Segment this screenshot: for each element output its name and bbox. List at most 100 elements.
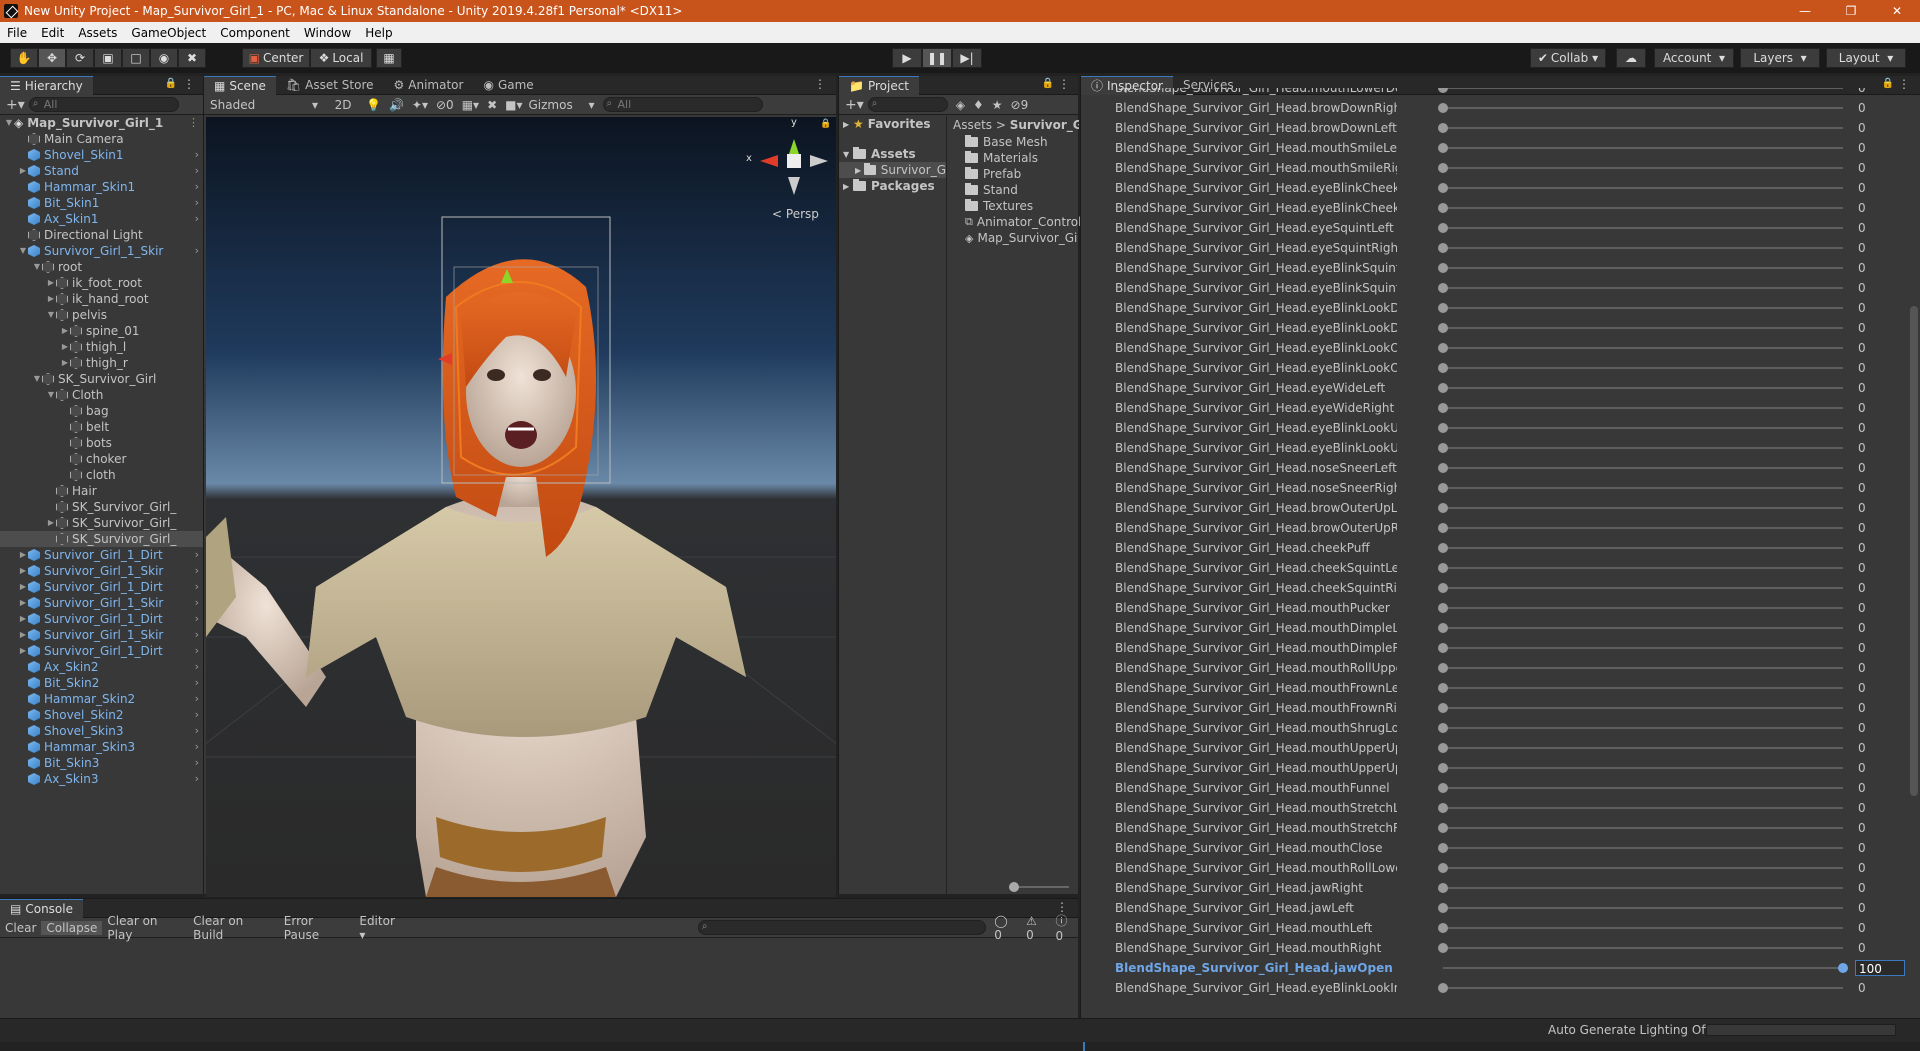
hierarchy-item[interactable]: ▼ root (0, 259, 203, 275)
favorites-item[interactable]: ▶ ★ Favorites (839, 116, 946, 132)
panel-menu-icon[interactable]: ⋮ (814, 77, 826, 91)
hierarchy-item[interactable]: ▶ Survivor_Girl_1_Skir › (0, 563, 203, 579)
blendshape-value-field[interactable]: 0 (1855, 720, 1905, 736)
blendshape-slider-knob[interactable] (1438, 883, 1448, 893)
blendshape-slider-track[interactable] (1443, 587, 1843, 589)
hierarchy-item[interactable]: ▼ SK_Survivor_Girl (0, 371, 203, 387)
blendshape-value-field[interactable]: 0 (1855, 400, 1905, 416)
effects-icon[interactable]: ✦▾ (412, 98, 428, 112)
warning-count-toggle[interactable]: ⚠ 0 (1026, 914, 1047, 942)
blendshape-value-field[interactable]: 0 (1855, 140, 1905, 156)
assets-item[interactable]: ▼ Assets (839, 146, 946, 162)
blendshape-slider-track[interactable] (1443, 787, 1843, 789)
project-asset-item[interactable]: ⧉ Animator_Control (965, 214, 1081, 230)
prefab-open-chevron-icon[interactable]: › (195, 739, 199, 755)
hierarchy-item[interactable]: Ax_Skin3 › (0, 771, 203, 787)
create-plus-icon[interactable]: +▾ (845, 97, 864, 113)
prefab-open-chevron-icon[interactable]: › (195, 755, 199, 771)
icon-size-slider-knob[interactable] (1009, 882, 1019, 892)
blendshape-value-field[interactable]: 0 (1855, 700, 1905, 716)
blendshape-slider-track[interactable] (1443, 527, 1843, 529)
pivot-local-button[interactable]: ❖ Local (310, 48, 372, 68)
blendshape-slider-track[interactable] (1443, 267, 1843, 269)
mode-2d-toggle[interactable]: 2D (328, 98, 358, 112)
console-error-pause-button[interactable]: Error Pause (279, 914, 355, 942)
prefab-open-chevron-icon[interactable]: › (195, 675, 199, 691)
blendshape-value-field[interactable]: 0 (1855, 460, 1905, 476)
orientation-gizmo[interactable] (760, 139, 828, 195)
prefab-open-chevron-icon[interactable]: › (195, 195, 199, 211)
blendshape-value-field[interactable]: 0 (1855, 900, 1905, 916)
tab-project[interactable]: 📁 Project (839, 75, 920, 95)
blendshape-slider-track[interactable] (1443, 387, 1843, 389)
blendshape-slider-track[interactable] (1443, 107, 1843, 109)
console-clear-on-play-button[interactable]: Clear on Play (102, 914, 188, 942)
blendshape-slider-track[interactable] (1443, 667, 1843, 669)
gizmo-neg-y-cone[interactable] (788, 177, 800, 195)
grid-toggle-icon[interactable]: ▦▾ (462, 98, 479, 112)
blendshape-slider-knob[interactable] (1438, 743, 1448, 753)
expand-arrow-icon[interactable]: ▶ (18, 611, 28, 627)
blendshape-slider-knob[interactable] (1438, 943, 1448, 953)
blendshape-slider-track[interactable] (1443, 947, 1843, 949)
blendshape-value-field[interactable]: 0 (1855, 600, 1905, 616)
prefab-open-chevron-icon[interactable]: › (195, 611, 199, 627)
blendshape-slider-track[interactable] (1443, 407, 1843, 409)
blendshape-value-field[interactable]: 0 (1855, 180, 1905, 196)
blendshape-slider-track[interactable] (1443, 807, 1843, 809)
blendshape-slider-track[interactable] (1443, 607, 1843, 609)
perspective-toggle[interactable]: < Persp (772, 207, 819, 221)
account-dropdown[interactable]: Account ▾ (1654, 48, 1734, 68)
blendshape-slider-track[interactable] (1443, 287, 1843, 289)
expand-arrow-icon[interactable]: ▼ (4, 115, 14, 131)
blendshape-slider-knob[interactable] (1438, 663, 1448, 673)
blendshape-value-field[interactable]: 0 (1855, 88, 1905, 96)
scene-search-input[interactable]: All (602, 97, 763, 112)
blendshape-value-field[interactable]: 0 (1855, 100, 1905, 116)
blendshape-value-field[interactable]: 0 (1855, 980, 1905, 996)
hierarchy-item[interactable]: ▶ Survivor_Girl_1_Dirt › (0, 547, 203, 563)
prefab-open-chevron-icon[interactable]: › (195, 579, 199, 595)
blendshape-value-field[interactable]: 0 (1855, 880, 1905, 896)
blendshape-slider-knob[interactable] (1438, 303, 1448, 313)
search-by-type-icon[interactable]: ◈ (956, 98, 965, 112)
expand-arrow-icon[interactable]: ▶ (18, 579, 28, 595)
blendshape-value-field[interactable]: 0 (1855, 380, 1905, 396)
hierarchy-item[interactable]: Bit_Skin1 › (0, 195, 203, 211)
blendshape-slider-knob[interactable] (1438, 583, 1448, 593)
prefab-open-chevron-icon[interactable]: › (195, 771, 199, 787)
play-button[interactable]: ▶ (892, 48, 922, 68)
breadcrumb-assets[interactable]: Assets (953, 118, 992, 132)
hierarchy-item[interactable]: ▼ Survivor_Girl_1_Skir › (0, 243, 203, 259)
hierarchy-item[interactable]: bots (0, 435, 203, 451)
hidden-objects-icon[interactable]: ⊘ (436, 98, 446, 112)
blendshape-value-field[interactable]: 0 (1855, 740, 1905, 756)
prefab-open-chevron-icon[interactable]: › (195, 723, 199, 739)
panel-menu-icon[interactable]: ⋮ (1058, 77, 1070, 91)
blendshape-slider-track[interactable] (1443, 727, 1843, 729)
expand-arrow-icon[interactable]: ▼ (18, 243, 28, 259)
blendshape-value-field[interactable]: 0 (1855, 680, 1905, 696)
lock-icon[interactable]: 🔒 (1042, 78, 1054, 89)
hierarchy-item[interactable]: ▼ ◈ Map_Survivor_Girl_1 ⋮ (0, 115, 203, 131)
blendshape-value-field[interactable]: 0 (1855, 560, 1905, 576)
expand-arrow-icon[interactable]: ▶ (46, 291, 56, 307)
project-asset-item[interactable]: Materials (965, 150, 1079, 166)
hierarchy-item[interactable]: Bit_Skin3 › (0, 755, 203, 771)
inspector-scrollbar[interactable] (1910, 306, 1918, 796)
blendshape-slider-knob[interactable] (1438, 683, 1448, 693)
rect-tool-icon[interactable]: □ (122, 48, 150, 68)
collab-button[interactable]: ✔ Collab ▾ (1530, 48, 1606, 68)
blendshape-slider-knob[interactable] (1838, 963, 1848, 973)
blendshape-slider-track[interactable] (1443, 187, 1843, 189)
blendshape-slider-knob[interactable] (1438, 603, 1448, 613)
hierarchy-item[interactable]: Shovel_Skin3 › (0, 723, 203, 739)
blendshape-slider-knob[interactable] (1438, 123, 1448, 133)
blendshape-slider-track[interactable] (1443, 767, 1843, 769)
blendshape-value-field[interactable]: 0 (1855, 280, 1905, 296)
panel-menu-icon[interactable]: ⋮ (183, 77, 195, 91)
hierarchy-item[interactable]: Directional Light (0, 227, 203, 243)
blendshape-slider-knob[interactable] (1438, 183, 1448, 193)
blendshape-value-field[interactable]: 0 (1855, 940, 1905, 956)
scene-menu-icon[interactable]: ⋮ (188, 115, 199, 131)
